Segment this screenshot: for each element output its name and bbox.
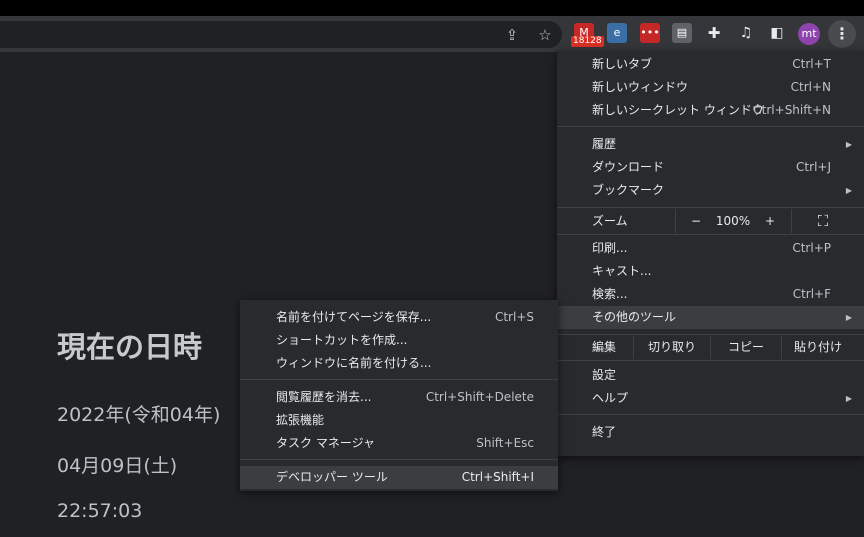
edit-label: 編集: [592, 340, 617, 354]
submenu-arrow-icon: ▶: [845, 186, 852, 195]
submenu-arrow-icon: ▶: [845, 140, 852, 149]
submenu-dev-tools[interactable]: デベロッパー ツール Ctrl+Shift+I: [240, 466, 558, 489]
submenu-task-manager[interactable]: タスク マネージャ Shift+Esc: [240, 432, 558, 455]
copy-button[interactable]: コピー: [711, 336, 781, 360]
chrome-main-menu: 新しいタブ Ctrl+T 新しいウィンドウ Ctrl+N 新しいシークレット ウ…: [557, 51, 864, 456]
chrome-menu-button[interactable]: ⋮: [828, 20, 856, 48]
zoom-label: ズーム: [592, 214, 628, 228]
menu-cast-label: キャスト...: [592, 264, 652, 278]
fullscreen-icon[interactable]: ⛶: [807, 209, 839, 233]
menu-separator: [557, 234, 864, 235]
menu-cast[interactable]: キャスト...: [557, 260, 864, 283]
submenu-name-window[interactable]: ウィンドウに名前を付ける...: [240, 352, 558, 375]
date-day: 04月09日(土): [57, 455, 178, 477]
menu-new-tab-shortcut: Ctrl+T: [792, 57, 831, 71]
menu-downloads-shortcut: Ctrl+J: [796, 160, 831, 174]
menu-new-tab-label: 新しいタブ: [592, 57, 653, 71]
submenu-task-manager-shortcut: Shift+Esc: [476, 436, 534, 450]
bookmark-star-icon[interactable]: ☆: [535, 25, 555, 45]
menu-separator: [557, 126, 864, 127]
menu-separator: [557, 414, 864, 415]
menu-bookmarks[interactable]: ブックマーク ▶: [557, 179, 864, 202]
menu-more-tools[interactable]: その他のツール ▶: [557, 306, 864, 329]
menu-separator: [557, 207, 864, 208]
extensions-puzzle-icon[interactable]: ✚: [704, 23, 724, 43]
submenu-arrow-icon: ▶: [845, 313, 852, 322]
menu-separator: [240, 459, 558, 460]
menu-print-shortcut: Ctrl+P: [792, 241, 831, 255]
menu-find-shortcut: Ctrl+F: [792, 287, 831, 301]
menu-find-label: 検索...: [592, 287, 628, 301]
time-display: 22:57:03: [57, 500, 143, 522]
browser-toolbar: ⇪ ☆ M e ••• ▤ ✚ ♫ ◧ mt ⋮: [0, 16, 864, 52]
media-control-icon[interactable]: ♫: [736, 23, 756, 43]
menu-edit-row: 編集 切り取り コピー 貼り付け: [557, 336, 864, 359]
extension-icon-3[interactable]: •••: [640, 23, 660, 43]
address-bar[interactable]: ⇪ ☆: [0, 21, 562, 48]
menu-print[interactable]: 印刷... Ctrl+P: [557, 237, 864, 260]
menu-zoom-row: ズーム − 100% + ⛶: [557, 209, 864, 233]
menu-bookmarks-label: ブックマーク: [592, 183, 665, 197]
zoom-divider: [791, 209, 792, 233]
submenu-save-page-shortcut: Ctrl+S: [494, 310, 534, 324]
extension-icon-4[interactable]: ▤: [672, 23, 692, 43]
submenu-clear-data-label: 閲覧履歴を消去...: [276, 390, 372, 404]
menu-incognito[interactable]: 新しいシークレット ウィンドウ Ctrl+Shift+N: [557, 99, 864, 122]
share-icon[interactable]: ⇪: [502, 25, 522, 45]
menu-downloads[interactable]: ダウンロード Ctrl+J: [557, 156, 864, 179]
menu-exit-label: 終了: [592, 425, 617, 439]
page-title: 現在の日時: [57, 330, 203, 364]
avatar[interactable]: mt: [798, 23, 820, 45]
menu-new-window-shortcut: Ctrl+N: [790, 80, 831, 94]
submenu-extensions[interactable]: 拡張機能: [240, 409, 558, 432]
menu-settings-label: 設定: [592, 368, 617, 382]
submenu-dev-tools-shortcut: Ctrl+Shift+I: [461, 470, 534, 484]
submenu-extensions-label: 拡張機能: [276, 413, 325, 427]
menu-separator: [557, 360, 864, 361]
submenu-clear-data[interactable]: 閲覧履歴を消去... Ctrl+Shift+Delete: [240, 386, 558, 409]
side-panel-icon[interactable]: ◧: [767, 23, 787, 43]
window-top-strip: [0, 0, 864, 16]
submenu-arrow-icon: ▶: [845, 394, 852, 403]
submenu-dev-tools-label: デベロッパー ツール: [276, 470, 388, 484]
menu-print-label: 印刷...: [592, 241, 628, 255]
menu-exit[interactable]: 終了: [557, 421, 864, 444]
submenu-task-manager-label: タスク マネージャ: [276, 436, 375, 450]
extension-badge: 18128: [571, 36, 604, 47]
menu-new-tab[interactable]: 新しいタブ Ctrl+T: [557, 53, 864, 76]
submenu-name-window-label: ウィンドウに名前を付ける...: [276, 356, 432, 370]
cut-button[interactable]: 切り取り: [634, 336, 710, 360]
menu-history[interactable]: 履歴 ▶: [557, 133, 864, 156]
zoom-in-button[interactable]: +: [752, 209, 788, 233]
extension-icon-2[interactable]: e: [607, 23, 627, 43]
submenu-clear-data-shortcut: Ctrl+Shift+Delete: [425, 390, 534, 404]
zoom-out-button[interactable]: −: [676, 209, 716, 233]
submenu-create-shortcut[interactable]: ショートカットを作成...: [240, 329, 558, 352]
submenu-create-shortcut-label: ショートカットを作成...: [276, 333, 408, 347]
menu-incognito-label: 新しいシークレット ウィンドウ: [592, 103, 764, 117]
submenu-save-page[interactable]: 名前を付けてページを保存... Ctrl+S: [240, 306, 558, 329]
menu-separator: [557, 334, 864, 335]
submenu-save-page-label: 名前を付けてページを保存...: [276, 310, 432, 324]
zoom-level: 100%: [715, 214, 751, 228]
paste-button[interactable]: 貼り付け: [782, 336, 854, 360]
menu-new-window[interactable]: 新しいウィンドウ Ctrl+N: [557, 76, 864, 99]
date-year: 2022年(令和04年): [57, 404, 221, 426]
menu-help[interactable]: ヘルプ ▶: [557, 387, 864, 410]
menu-downloads-label: ダウンロード: [592, 160, 665, 174]
menu-more-tools-label: その他のツール: [592, 310, 677, 324]
menu-settings[interactable]: 設定: [557, 364, 864, 387]
menu-separator: [240, 379, 558, 380]
menu-history-label: 履歴: [592, 137, 617, 151]
menu-incognito-shortcut: Ctrl+Shift+N: [753, 103, 831, 117]
menu-find[interactable]: 検索... Ctrl+F: [557, 283, 864, 306]
menu-help-label: ヘルプ: [592, 391, 629, 405]
menu-new-window-label: 新しいウィンドウ: [592, 80, 689, 94]
more-tools-submenu: 名前を付けてページを保存... Ctrl+S ショートカットを作成... ウィン…: [240, 300, 558, 491]
